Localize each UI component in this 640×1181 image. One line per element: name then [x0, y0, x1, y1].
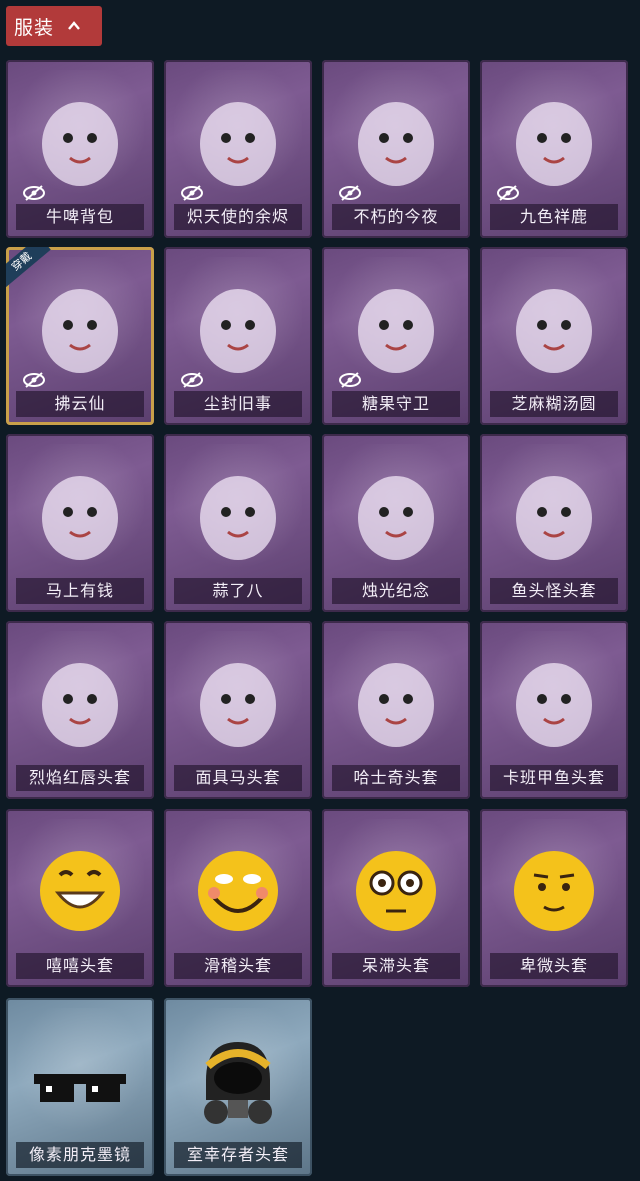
candle-icon [358, 476, 434, 560]
costume-card[interactable]: 滑稽头套 [164, 809, 312, 987]
costume-label: 牛啤背包 [16, 204, 144, 230]
costume-label: 室幸存者头套 [174, 1142, 302, 1168]
costume-card[interactable]: 嘻嘻头套 [6, 809, 154, 987]
eye-hidden-icon[interactable] [496, 184, 520, 202]
costume-label: 尘封旧事 [174, 391, 302, 417]
fish-mask-icon [516, 663, 592, 747]
costume-label: 滑稽头套 [174, 953, 302, 979]
horse-hat-icon [42, 476, 118, 560]
costume-card[interactable]: 糖果守卫 [322, 247, 470, 425]
fish-head-mask-icon [516, 476, 592, 560]
dumpling-icon [516, 289, 592, 373]
costume-label: 烈焰红唇头套 [16, 765, 144, 791]
costume-label: 拂云仙 [16, 391, 144, 417]
costume-card[interactable]: 哈士奇头套 [322, 621, 470, 799]
costume-card[interactable]: 卡班甲鱼头套 [480, 621, 628, 799]
costume-label: 嘻嘻头套 [16, 953, 144, 979]
pumpkin-charm-icon [358, 289, 434, 373]
costume-label: 像素朋克墨镜 [16, 1142, 144, 1168]
eye-hidden-icon[interactable] [22, 184, 46, 202]
garlic-icon [200, 476, 276, 560]
costume-card[interactable]: 九色祥鹿 [480, 60, 628, 238]
costume-label: 马上有钱 [16, 578, 144, 604]
cat-cup-icon [358, 102, 434, 186]
costume-label: 糖果守卫 [332, 391, 460, 417]
costume-card[interactable]: 面具马头套 [164, 621, 312, 799]
costume-label: 卡班甲鱼头套 [490, 765, 618, 791]
yellow-mask-icon [42, 663, 118, 747]
costume-card[interactable]: 不朽的今夜 [322, 60, 470, 238]
costume-label: 烛光纪念 [332, 578, 460, 604]
costume-card[interactable]: 穿戴 拂云仙 [6, 247, 154, 425]
costume-label: 芝麻糊汤圆 [490, 391, 618, 417]
husky-mask-icon [358, 663, 434, 747]
costume-card[interactable]: 牛啤背包 [6, 60, 154, 238]
shy-emoji-icon [514, 851, 594, 931]
stare-emoji-icon [356, 851, 436, 931]
deer-icon [516, 102, 592, 186]
eye-hidden-icon[interactable] [180, 371, 204, 389]
costume-label: 蒜了八 [174, 578, 302, 604]
costume-card[interactable]: 炽天使的余烬 [164, 60, 312, 238]
angel-doll-icon [200, 102, 276, 186]
smile-emoji-icon [198, 851, 278, 931]
costume-label: 鱼头怪头套 [490, 578, 618, 604]
pixel-sunglasses-icon [34, 1074, 126, 1102]
costume-label: 面具马头套 [174, 765, 302, 791]
costume-card[interactable]: 马上有钱 [6, 434, 154, 612]
costume-tab[interactable]: 服装 [6, 6, 102, 46]
costume-label: 九色祥鹿 [490, 204, 618, 230]
costume-card[interactable]: 室幸存者头套 [164, 998, 312, 1176]
eye-hidden-icon[interactable] [22, 371, 46, 389]
eye-hidden-icon[interactable] [338, 184, 362, 202]
costume-label: 炽天使的余烬 [174, 204, 302, 230]
doll-charm-icon [200, 289, 276, 373]
costume-label: 卑微头套 [490, 953, 618, 979]
horse-mask-icon [200, 663, 276, 747]
grin-emoji-icon [40, 851, 120, 931]
costume-card[interactable]: 芝麻糊汤圆 [480, 247, 628, 425]
costume-card[interactable]: 像素朋克墨镜 [6, 998, 154, 1176]
gas-mask-helmet-icon [204, 1042, 272, 1124]
costume-card[interactable]: 呆滞头套 [322, 809, 470, 987]
eye-hidden-icon[interactable] [338, 371, 362, 389]
costume-label: 不朽的今夜 [332, 204, 460, 230]
costume-card[interactable]: 烈焰红唇头套 [6, 621, 154, 799]
costume-label: 哈士奇头套 [332, 765, 460, 791]
beer-cow-backpack-icon [42, 102, 118, 186]
cloud-fairy-icon [42, 289, 118, 373]
costume-label: 呆滞头套 [332, 953, 460, 979]
costume-card[interactable]: 尘封旧事 [164, 247, 312, 425]
costume-card[interactable]: 卑微头套 [480, 809, 628, 987]
costume-card[interactable]: 烛光纪念 [322, 434, 470, 612]
eye-hidden-icon[interactable] [180, 184, 204, 202]
costume-card[interactable]: 鱼头怪头套 [480, 434, 628, 612]
chevron-up-icon [68, 21, 80, 30]
costume-tab-label: 服装 [14, 16, 55, 39]
costume-card[interactable]: 蒜了八 [164, 434, 312, 612]
